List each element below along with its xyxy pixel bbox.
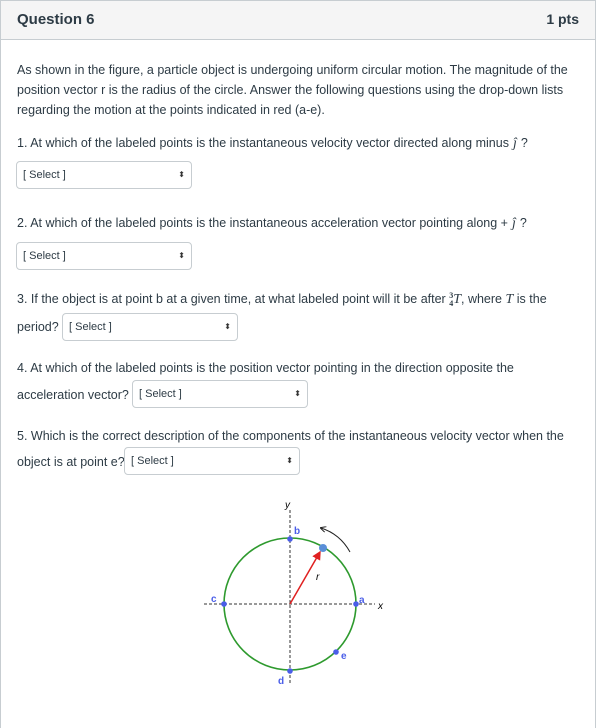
question-points: 1 pts — [546, 11, 579, 27]
circular-motion-figure: x y r a b c d e — [204, 500, 384, 687]
x-axis-label: x — [377, 601, 384, 612]
point-a — [353, 601, 359, 607]
q4-select[interactable]: [ Select ] ⬍ — [132, 380, 308, 408]
svg-text:b: b — [294, 526, 300, 537]
svg-text:c: c — [211, 594, 217, 605]
j-hat-symbol: ĵ — [512, 136, 517, 151]
intro-line-3: regarding the motion at the points indic… — [17, 103, 325, 117]
q3-text-line2: period? — [17, 320, 59, 334]
question-header: Question 6 1 pts — [0, 0, 595, 40]
svg-text:e: e — [341, 651, 347, 662]
y-axis-label: y — [284, 500, 291, 511]
q3-text: 3. If the object is at point b at a give… — [17, 290, 547, 308]
select-arrows-icon: ⬍ — [178, 170, 185, 179]
point-e — [333, 649, 339, 655]
select-arrows-icon: ⬍ — [178, 251, 185, 260]
q1-select[interactable]: [ Select ] ⬍ — [16, 161, 192, 189]
intro-line-1: As shown in the figure, a particle objec… — [17, 63, 568, 77]
q4-text: 4. At which of the labeled points is the… — [17, 361, 514, 375]
r-vector-label: r — [316, 572, 320, 583]
q5-select[interactable]: [ Select ] ⬍ — [124, 447, 300, 475]
particle — [319, 544, 327, 552]
select-arrows-icon: ⬍ — [286, 456, 293, 465]
q2-text: 2. At which of the labeled points is the… — [17, 216, 527, 231]
svg-text:d: d — [278, 676, 284, 687]
point-c — [221, 601, 227, 607]
select-arrows-icon: ⬍ — [294, 389, 301, 398]
q5-text-line2: object is at point e? — [17, 455, 125, 469]
svg-text:a: a — [359, 595, 365, 606]
q3-select[interactable]: [ Select ] ⬍ — [62, 313, 238, 341]
point-d — [287, 668, 293, 674]
intro-line-2: position vector r is the radius of the c… — [17, 83, 564, 97]
q2-select[interactable]: [ Select ] ⬍ — [16, 242, 192, 270]
q5-text: 5. Which is the correct description of t… — [17, 429, 564, 443]
j-hat-symbol: ĵ — [511, 216, 516, 231]
point-b — [287, 536, 293, 542]
q4-text-line2: acceleration vector? — [17, 388, 129, 402]
question-title: Question 6 — [17, 11, 95, 28]
select-arrows-icon: ⬍ — [224, 322, 231, 331]
q1-text: 1. At which of the labeled points is the… — [17, 136, 528, 151]
